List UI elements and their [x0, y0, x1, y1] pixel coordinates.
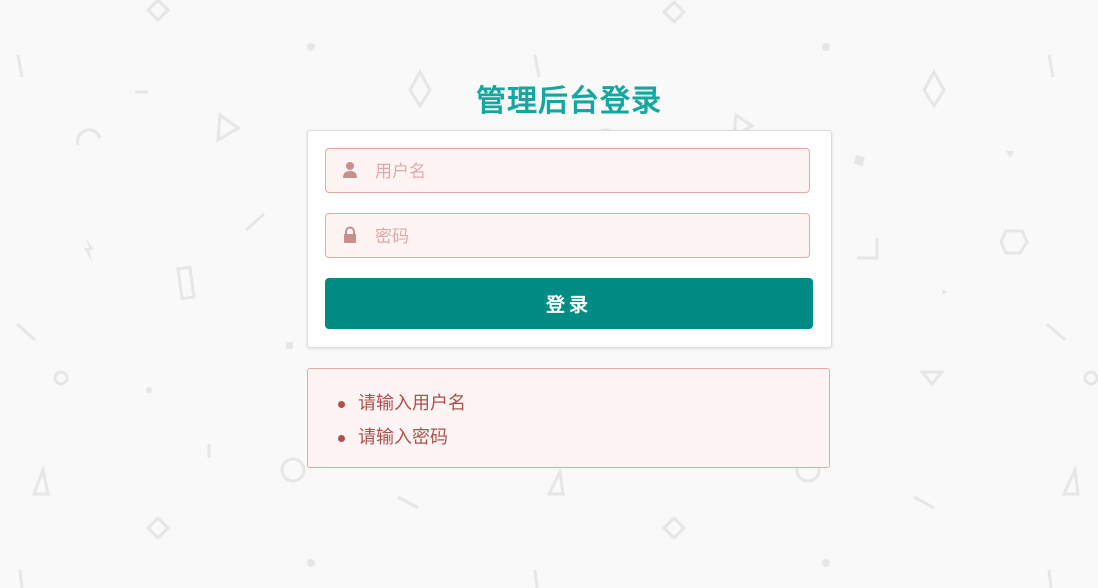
small-triangle-shape	[942, 289, 947, 295]
dot-shape	[307, 43, 315, 51]
line-shape	[245, 212, 265, 232]
error-list: 请输入用户名 请输入密码	[338, 389, 466, 457]
line-shape	[1047, 569, 1053, 588]
square-shape	[853, 155, 865, 167]
diamond-shape	[145, 0, 171, 23]
ring-shape	[1083, 370, 1098, 386]
dot-shape	[822, 559, 830, 567]
bolt-shape	[84, 238, 94, 262]
error-text: 请输入用户名	[358, 393, 466, 414]
diamond-shape	[661, 0, 687, 25]
page-title: 管理后台登录	[476, 84, 662, 119]
triangle-shape	[216, 112, 241, 143]
password-field[interactable]	[325, 213, 810, 259]
user-icon	[343, 162, 357, 178]
diamond-shape	[145, 515, 171, 541]
line-shape	[16, 322, 36, 342]
rhombus-shape	[922, 68, 946, 109]
username-field[interactable]	[325, 148, 810, 194]
error-text: 请输入密码	[358, 427, 448, 448]
square-shape	[286, 342, 293, 349]
ring-shape	[280, 457, 306, 483]
triangle-shape	[31, 464, 50, 496]
triangle-shape	[546, 466, 565, 496]
small-triangle-shape	[1006, 151, 1014, 158]
triangle-shape	[918, 370, 946, 387]
error-alert: 请输入用户名 请输入密码	[307, 368, 830, 468]
login-button[interactable]: 登录	[325, 278, 813, 329]
ring-shape	[53, 370, 69, 386]
line-shape	[397, 495, 419, 510]
line-shape	[1047, 54, 1055, 78]
bullet-icon	[338, 435, 345, 442]
lock-icon	[344, 226, 356, 243]
diamond-shape	[661, 515, 687, 541]
line-shape	[16, 54, 24, 78]
line-shape	[18, 569, 24, 588]
bar-shape	[176, 265, 196, 301]
corner-shape	[857, 238, 879, 260]
line-shape	[1046, 322, 1066, 342]
error-item: 请输入用户名	[338, 389, 466, 423]
dot-shape	[307, 559, 315, 567]
error-item: 请输入密码	[338, 423, 466, 457]
password-input[interactable]	[373, 214, 797, 259]
line-shape	[533, 569, 539, 588]
line-shape	[913, 495, 935, 510]
username-input[interactable]	[373, 149, 797, 194]
login-card: 登录	[307, 130, 832, 348]
dot-shape	[822, 43, 830, 51]
triangle-shape	[1061, 464, 1080, 496]
hexagon-shape	[999, 229, 1029, 255]
bullet-icon	[338, 401, 345, 408]
arc-shape	[75, 128, 102, 146]
dot-shape	[146, 387, 152, 393]
line-shape	[533, 54, 541, 78]
